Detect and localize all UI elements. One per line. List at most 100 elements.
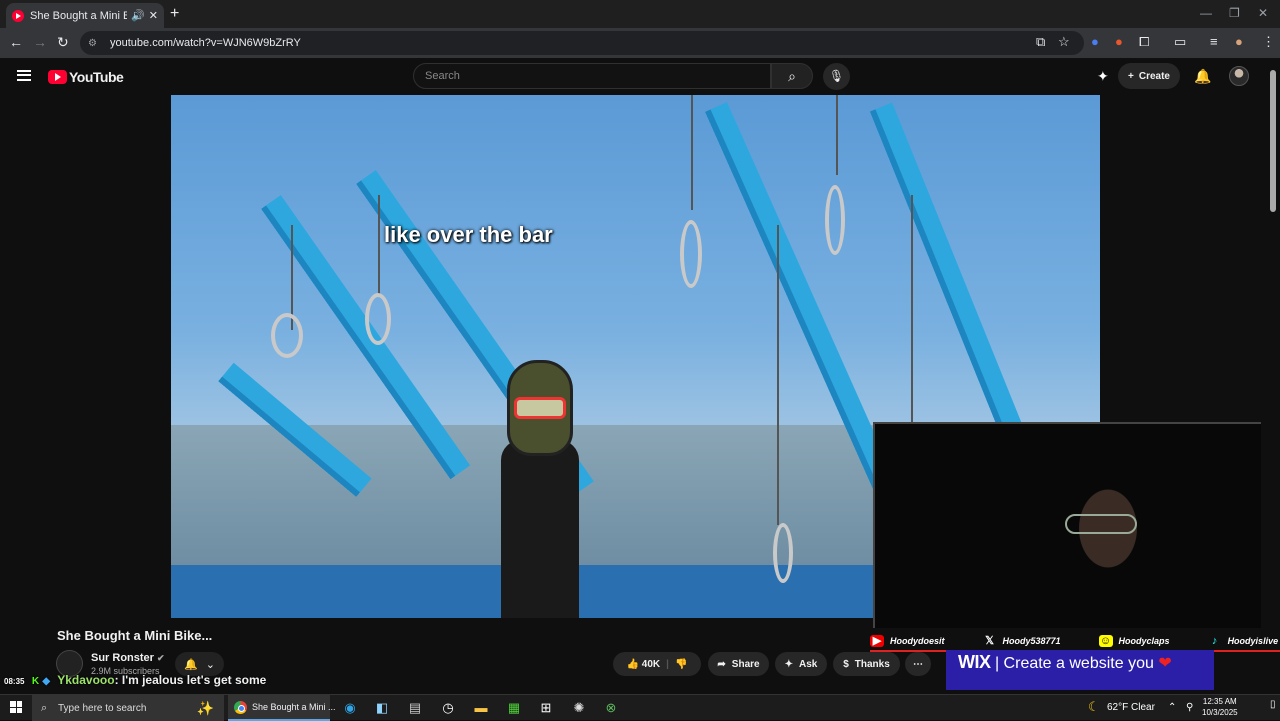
search-icon: ⌕ [788,68,796,84]
weather-temp[interactable]: 62°F [1107,702,1128,713]
x-icon: 𝕏 [985,635,994,647]
notifications-bell-icon[interactable]: 🔔 [1194,68,1211,85]
reload-icon[interactable]: ↻ [57,34,69,51]
restore-icon[interactable]: ❐ [1229,6,1240,20]
more-actions-button[interactable]: ⋯ [905,652,931,676]
browser-toolbar: ← → ↻ ⚙ youtube.com/watch?v=WJN6W9bZrRY … [0,28,1280,58]
ring-1 [271,313,303,358]
social-x: 𝕏 Hoody538771 [983,635,1061,647]
ring-2 [365,293,391,345]
microphone-icon: 🎙 [828,69,845,83]
social-tiktok: ♪ Hoodyislive [1208,635,1279,647]
url-text: youtube.com/watch?v=WJN6W9bZrRY [110,37,301,49]
studio-icon[interactable]: ✦ [1097,68,1109,85]
edge-icon[interactable]: ◉ [342,700,358,716]
forward-icon[interactable]: → [33,34,47,50]
weather-condition[interactable]: Clear [1131,702,1155,713]
windows-taskbar: ⌕ Type here to search ✨ She Bought a Min… [0,694,1280,721]
media-control-icon[interactable]: ≡ [1210,34,1218,49]
like-dislike-group: 👍 40K | 👎 [613,652,701,676]
social-handle: Hoodyislive [1227,636,1279,646]
profile-avatar-icon[interactable]: ● [1235,34,1243,49]
close-tab-icon[interactable]: ✕ [149,9,158,22]
green-app-icon[interactable]: ▦ [506,700,522,716]
thanks-dollar-icon: $ [843,658,849,670]
game-app-icon[interactable]: ✺ [571,700,587,716]
video-title: She Bought a Mini Bike... [57,628,213,643]
helmet-visor [514,397,566,419]
extensions-puzzle-icon[interactable]: ⧠ [1139,34,1149,50]
taskbar-chrome-window[interactable]: She Bought a Mini ... [228,695,336,721]
extension-2-icon[interactable]: ● [1115,34,1123,49]
close-window-icon[interactable]: ✕ [1258,6,1268,20]
network-icon[interactable]: ⚲ [1186,702,1193,713]
streamer-glasses [1065,514,1137,534]
helmet [507,360,573,456]
new-tab-icon[interactable]: + [170,5,179,23]
social-youtube: ▶ Hoodydoesit [870,635,945,647]
webcam-overlay [873,422,1261,628]
split-view-icon[interactable]: ▭ [1174,34,1186,50]
chevron-down-icon: ⌄ [205,658,215,671]
share-button[interactable]: ➦ Share [708,652,769,676]
rope-4 [836,95,838,175]
chat-message: 08:35 K ◆ Ykdavooo: I'm jealous let's ge… [4,673,266,687]
channel-name[interactable]: Sur Ronster ✔ [91,652,165,664]
chat-time: 08:35 [4,677,25,686]
ring-4 [825,185,845,255]
ring-3 [680,220,702,288]
social-handles-bar: ▶ Hoodydoesit 𝕏 Hoody538771 ☺ Hoodyclaps ♪ H… [870,632,1280,650]
file-explorer-icon[interactable]: ▬ [473,700,489,716]
browser-menu-icon[interactable]: ⋮ [1262,34,1275,50]
windows-start-icon[interactable] [10,701,22,713]
extension-1-icon[interactable]: ● [1091,34,1099,49]
social-handle: Hoodydoesit [890,636,945,646]
clock-app-icon[interactable]: ◷ [440,700,456,716]
app-icon[interactable]: ▤ [407,700,423,716]
youtube-logo[interactable]: YouTube [48,69,124,85]
wix-brand: WIX [958,652,991,672]
tray-chevron-up-icon[interactable]: ⌃ [1168,702,1176,713]
rope-5 [777,225,779,525]
diamond-badge-icon: ◆ [42,676,51,687]
minimize-icon[interactable]: — [1200,6,1212,20]
ring-5 [773,523,793,583]
back-icon[interactable]: ← [9,34,23,50]
wix-ad-banner[interactable]: WIX | Create a website you ❤ [946,650,1214,690]
copilot-sparkle-icon: ✨ [196,699,214,716]
taskbar-search[interactable]: ⌕ Type here to search ✨ [32,695,224,721]
install-app-icon[interactable]: ⧉ [1036,34,1045,50]
hamburger-menu-icon[interactable] [17,70,31,81]
address-bar[interactable]: ⚙ youtube.com/watch?v=WJN6W9bZrRY [80,31,1084,55]
notes-app-icon[interactable]: ◧ [374,700,390,716]
rider-figure [501,360,581,618]
search-button[interactable]: ⌕ [771,63,813,89]
tiktok-icon: ♪ [1211,635,1218,647]
social-handle: Hoody538771 [1002,636,1061,646]
search-input[interactable]: Search [413,63,771,89]
site-info-icon[interactable]: ⚙ [88,38,100,49]
taskbar-clock[interactable]: 12:35 AM 10/3/2025 [1202,696,1238,718]
store-icon[interactable]: ⊞ [538,700,554,716]
xbox-icon[interactable]: ⊗ [603,700,619,716]
chat-text: : I'm jealous let's get some [114,673,267,687]
thanks-button[interactable]: $ Thanks [833,652,900,676]
account-avatar[interactable] [1229,66,1249,86]
create-button[interactable]: + Create [1118,63,1180,89]
like-button[interactable]: 👍 40K [627,659,661,670]
rope-2 [378,195,380,295]
bookmark-star-icon[interactable]: ☆ [1058,34,1070,50]
browser-tab-active[interactable]: She Bought a Mini Bike... 🔊 ✕ [6,3,164,28]
page-scrollbar[interactable] [1270,70,1276,212]
notifications-icon[interactable]: ▯ [1270,699,1276,710]
wix-ad-text: | Create a website you [994,655,1154,672]
dislike-icon[interactable]: 👎 [675,659,687,670]
weather-moon-icon[interactable]: ☾ [1088,699,1100,715]
clock-time: 12:35 AM [1202,697,1237,706]
ask-button[interactable]: ✦ Ask [775,652,827,676]
audio-playing-icon[interactable]: 🔊 [131,9,145,22]
search-icon: ⌕ [41,701,48,714]
youtube-wordmark: YouTube [69,69,124,85]
share-icon: ➦ [717,658,726,670]
voice-search-button[interactable]: 🎙 [823,63,850,90]
